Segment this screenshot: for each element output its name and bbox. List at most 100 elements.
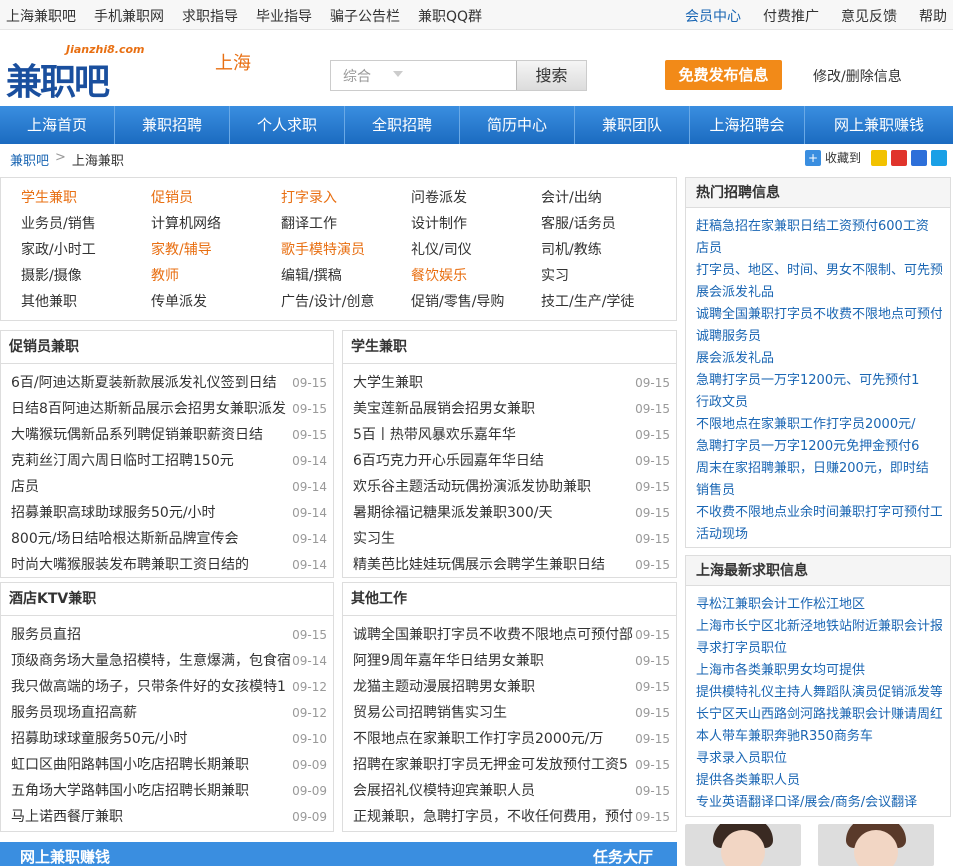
top-link-graduate[interactable]: 毕业指导 <box>256 6 312 26</box>
city-name[interactable]: 上海 <box>215 49 251 75</box>
list-item[interactable]: 招募助球球童服务50元/小时 09-10 <box>1 726 333 752</box>
nav-resume[interactable]: 简历中心 <box>460 106 575 144</box>
category-link[interactable]: 编辑/撰稿 <box>281 265 411 285</box>
side-link[interactable]: 打字员、地区、时间、男女不限制、可先预 <box>696 260 942 282</box>
fav-label[interactable]: 收藏到 <box>825 149 861 166</box>
list-item[interactable]: 马上诺西餐厅兼职 09-09 <box>1 804 333 830</box>
job-title[interactable]: 服务员现场直招高薪 <box>11 700 137 726</box>
job-title[interactable]: 大嘴猴玩偶新品系列聘促销兼职薪资日结 <box>11 422 263 448</box>
side-link[interactable]: 本人带车兼职奔驰R350商务车 <box>696 726 942 748</box>
member-center-link[interactable]: 会员中心 <box>685 6 741 26</box>
chevron-down-icon[interactable] <box>393 71 403 77</box>
side-link[interactable]: 周末在家招聘兼职，日赚200元，即时结 <box>696 458 942 480</box>
search-button[interactable]: 搜索 <box>516 61 586 90</box>
job-title[interactable]: 龙猫主题动漫展招聘男女兼职 <box>353 674 535 700</box>
job-title[interactable]: 大学生兼职 <box>353 370 423 396</box>
list-item[interactable]: 顶级商务场大量急招模特，生意爆满，包食宿 09-14 <box>1 648 333 674</box>
plus-icon[interactable]: + <box>804 149 821 166</box>
top-link-mobile[interactable]: 手机兼职网 <box>94 6 164 26</box>
help-link[interactable]: 帮助 <box>919 6 947 26</box>
side-link[interactable]: 急聘打字员一万字1200元免押金预付6 <box>696 436 942 458</box>
category-link[interactable]: 学生兼职 <box>21 187 151 207</box>
side-link[interactable]: 上海市各类兼职男女均可提供 <box>696 660 942 682</box>
list-item[interactable]: 招聘在家兼职打字员无押金可发放预付工资5 09-15 <box>343 752 676 778</box>
side-link[interactable]: 销售员 <box>696 480 942 502</box>
list-item[interactable]: 日结8百阿迪达斯新品展示会招男女兼职派发 09-15 <box>1 396 333 422</box>
nav-fulltime[interactable]: 全职招聘 <box>345 106 460 144</box>
list-item[interactable]: 5百丨热带风暴欢乐嘉年华 09-15 <box>343 422 676 448</box>
job-title[interactable]: 日结8百阿迪达斯新品展示会招男女兼职派发 <box>11 396 286 422</box>
nav-online[interactable]: 网上兼职赚钱 <box>805 106 953 144</box>
list-item[interactable]: 精美芭比娃娃玩偶展示会聘学生兼职日结 09-15 <box>343 552 676 578</box>
list-item[interactable]: 6百巧克力开心乐园嘉年华日结 09-15 <box>343 448 676 474</box>
job-title[interactable]: 实习生 <box>353 526 395 552</box>
feedback-link[interactable]: 意见反馈 <box>841 6 897 26</box>
side-link[interactable]: 提供模特礼仪主持人舞蹈队演员促销派发等 <box>696 682 942 704</box>
side-link[interactable]: 诚聘服务员 <box>696 326 942 348</box>
side-link[interactable]: 活动现场 <box>696 524 942 546</box>
list-item[interactable]: 我只做高端的场子，只带条件好的女孩模特1 09-12 <box>1 674 333 700</box>
category-link[interactable]: 广告/设计/创意 <box>281 291 411 311</box>
publish-button[interactable]: 免费发布信息 <box>665 60 782 90</box>
list-item[interactable]: 克莉丝汀周六周日临时工招聘150元 09-14 <box>1 448 333 474</box>
list-item[interactable]: 服务员现场直招高薪 09-12 <box>1 700 333 726</box>
job-title[interactable]: 欢乐谷主题活动玩偶扮演派发协助兼职 <box>353 474 591 500</box>
list-item[interactable]: 美宝莲新品展销会招男女兼职 09-15 <box>343 396 676 422</box>
job-title[interactable]: 顶级商务场大量急招模特，生意爆满，包食宿 <box>11 648 291 674</box>
category-link[interactable]: 促销/零售/导购 <box>411 291 541 311</box>
job-title[interactable]: 6百/阿迪达斯夏装新款展派发礼仪签到日结 <box>11 370 277 396</box>
avatar[interactable] <box>818 824 934 866</box>
list-item[interactable]: 正规兼职，急聘打字员，不收任何费用，预付 09-15 <box>343 804 676 830</box>
list-item[interactable]: 阿狸9周年嘉年华日结男女兼职 09-15 <box>343 648 676 674</box>
job-title[interactable]: 虹口区曲阳路韩国小吃店招聘长期兼职 <box>11 752 249 778</box>
list-item[interactable]: 招募兼职高球助球服务50元/小时 09-14 <box>1 500 333 526</box>
category-link[interactable]: 歌手模特演员 <box>281 239 411 259</box>
job-title[interactable]: 贸易公司招聘销售实习生 <box>353 700 507 726</box>
category-link[interactable]: 礼仪/司仪 <box>411 239 541 259</box>
category-link[interactable]: 实习 <box>541 265 671 285</box>
category-link[interactable]: 摄影/摄像 <box>21 265 151 285</box>
category-link[interactable]: 业务员/销售 <box>21 213 151 233</box>
list-item[interactable]: 不限地点在家兼职工作打字员2000元/万 09-15 <box>343 726 676 752</box>
side-link[interactable]: 上海市长宁区北新泾地铁站附近兼职会计报 <box>696 616 942 638</box>
modify-link[interactable]: 修改/删除信息 <box>813 66 902 86</box>
side-link[interactable]: 诚聘全国兼职打字员不收费不限地点可预付 <box>696 304 942 326</box>
task-hall-link[interactable]: 任务大厅 <box>593 846 653 867</box>
side-link[interactable]: 寻求打字员职位 <box>696 638 942 660</box>
search-type-select[interactable]: 综合 <box>343 66 371 86</box>
side-link[interactable]: 提供各类兼职人员 <box>696 770 942 792</box>
side-link[interactable]: 急聘打字员一万字1200元、可先预付1 <box>696 370 942 392</box>
baidu-icon[interactable] <box>911 149 927 166</box>
category-link[interactable]: 家政/小时工 <box>21 239 151 259</box>
list-item[interactable]: 800元/场日结哈根达斯新品牌宣传会 09-14 <box>1 526 333 552</box>
job-title[interactable]: 店员 <box>11 474 39 500</box>
list-item[interactable]: 时尚大嘴猴服装发布聘兼职工资日结的 09-14 <box>1 552 333 578</box>
job-title[interactable]: 美宝莲新品展销会招男女兼职 <box>353 396 535 422</box>
star-icon[interactable] <box>871 149 887 166</box>
job-title[interactable]: 时尚大嘴猴服装发布聘兼职工资日结的 <box>11 552 249 578</box>
nav-jobfair[interactable]: 上海招聘会 <box>690 106 805 144</box>
list-item[interactable]: 暑期徐福记糖果派发兼职300/天 09-15 <box>343 500 676 526</box>
list-item[interactable]: 大嘴猴玩偶新品系列聘促销兼职薪资日结 09-15 <box>1 422 333 448</box>
category-link[interactable]: 打字录入 <box>281 187 411 207</box>
list-item[interactable]: 龙猫主题动漫展招聘男女兼职 09-15 <box>343 674 676 700</box>
nav-home[interactable]: 上海首页 <box>0 106 115 144</box>
category-link[interactable]: 会计/出纳 <box>541 187 671 207</box>
list-item[interactable]: 服务员直招 09-15 <box>1 622 333 648</box>
category-link[interactable]: 促销员 <box>151 187 281 207</box>
list-item[interactable]: 贸易公司招聘销售实习生 09-15 <box>343 700 676 726</box>
job-title[interactable]: 5百丨热带风暴欢乐嘉年华 <box>353 422 516 448</box>
category-link[interactable]: 其他兼职 <box>21 291 151 311</box>
side-link[interactable]: 寻松江兼职会计工作松江地区 <box>696 594 942 616</box>
nav-parttime[interactable]: 兼职招聘 <box>115 106 230 144</box>
job-title[interactable]: 6百巧克力开心乐园嘉年华日结 <box>353 448 544 474</box>
avatar[interactable] <box>685 824 801 866</box>
side-link[interactable]: 展会派发礼品 <box>696 348 942 370</box>
category-link[interactable]: 设计制作 <box>411 213 541 233</box>
job-title[interactable]: 暑期徐福记糖果派发兼职300/天 <box>353 500 552 526</box>
side-link[interactable]: 专业英语翻译口译/展会/商务/会议翻译 <box>696 792 942 814</box>
category-link[interactable]: 计算机网络 <box>151 213 281 233</box>
list-item[interactable]: 店员 09-14 <box>1 474 333 500</box>
list-item[interactable]: 大学生兼职 09-15 <box>343 370 676 396</box>
side-link[interactable]: 不限地点在家兼职工作打字员2000元/ <box>696 414 942 436</box>
